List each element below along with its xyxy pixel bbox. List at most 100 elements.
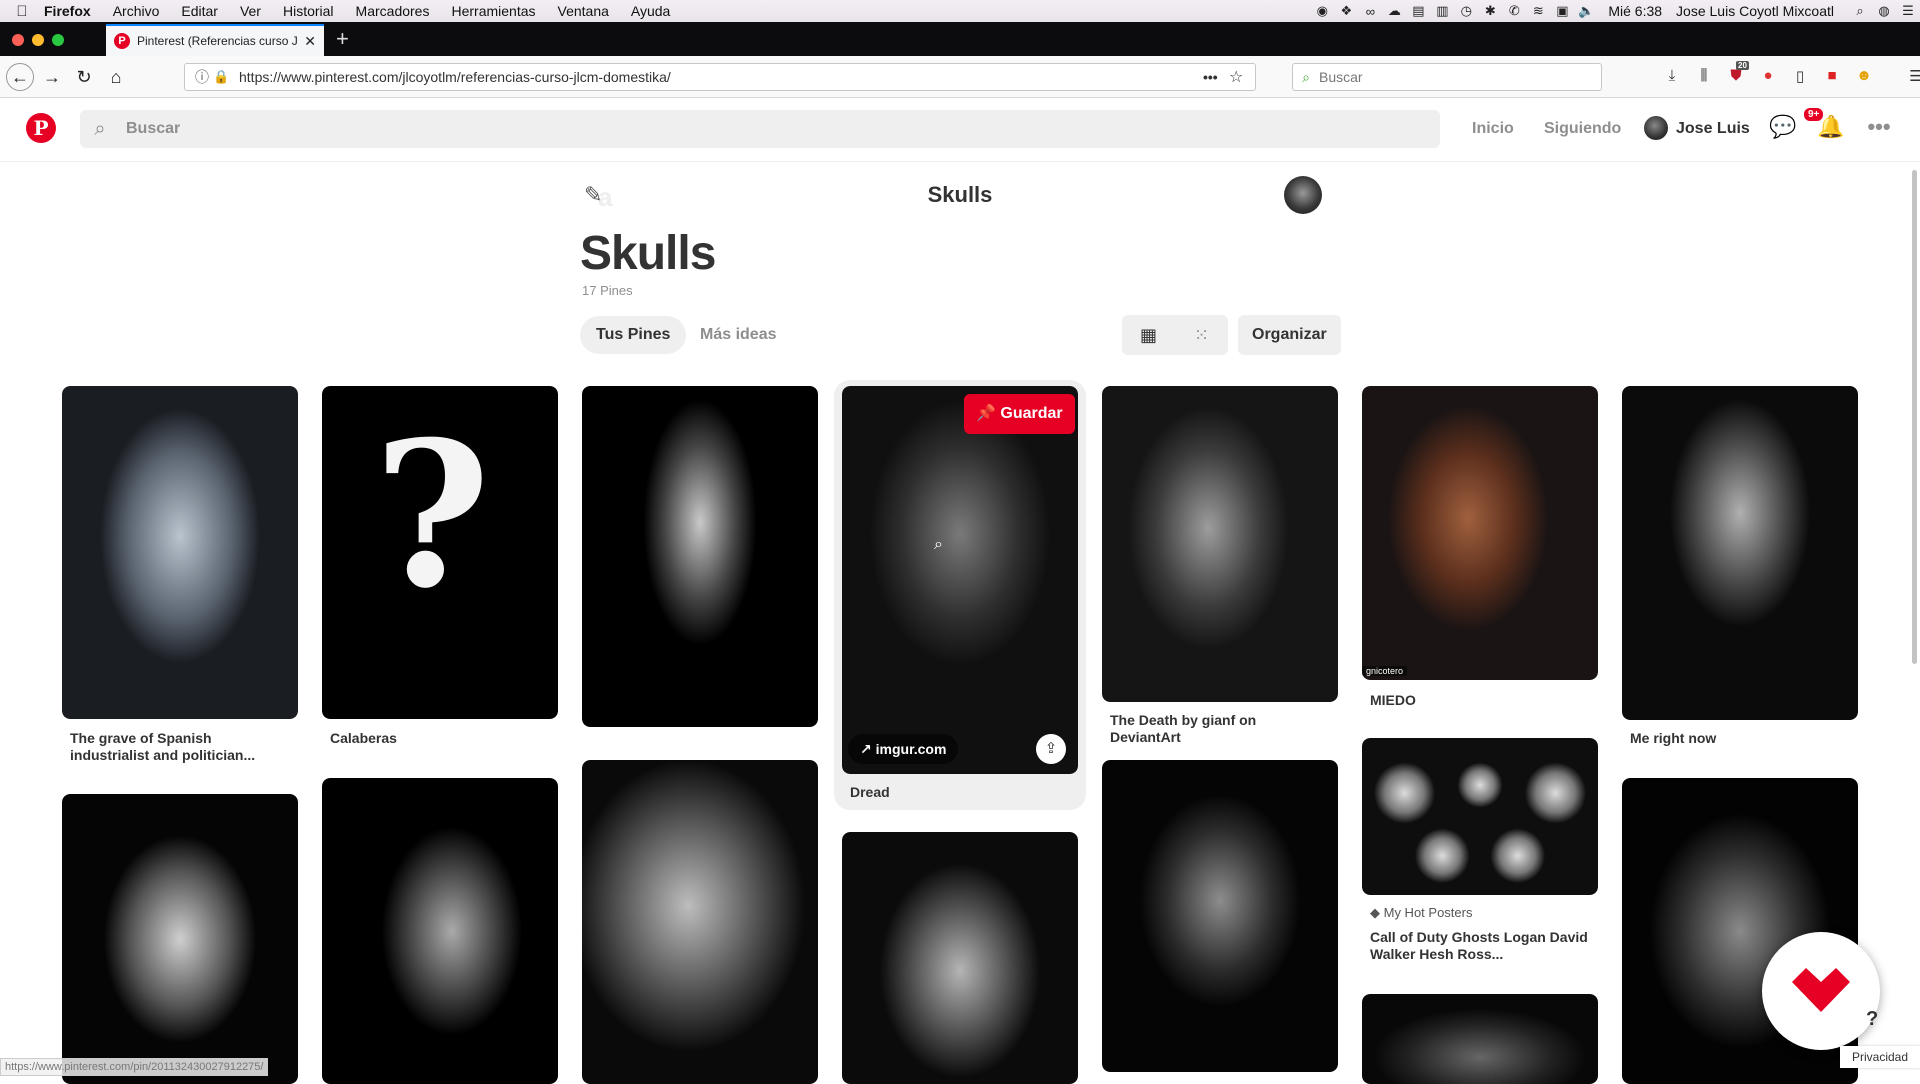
pin-me-right-now[interactable]: [1622, 386, 1858, 720]
search-engine-icon[interactable]: ⌕: [1293, 69, 1319, 86]
home-button[interactable]: ⌂: [104, 65, 128, 89]
library-icon[interactable]: ⫼: [1688, 67, 1720, 85]
volume-icon[interactable]: 🔈: [1574, 3, 1598, 19]
pin-hooded-old-skull[interactable]: [842, 832, 1078, 1084]
pin-caption[interactable]: The grave of Spanish industrialist and p…: [62, 730, 298, 764]
pin-skull-side[interactable]: [322, 778, 558, 1084]
pin-caption[interactable]: Dread: [842, 784, 1078, 801]
pin-caption[interactable]: Me right now: [1622, 730, 1858, 747]
wifi-icon[interactable]: ≋: [1526, 3, 1550, 19]
dropbox-icon[interactable]: ❖: [1334, 3, 1358, 19]
display-icon[interactable]: ▤: [1406, 3, 1430, 19]
emoji-extension-icon[interactable]: ☻: [1848, 67, 1880, 85]
creative-cloud-icon[interactable]: ∞: [1358, 4, 1382, 19]
pin-miedo-zombie[interactable]: [1362, 386, 1598, 680]
nav-siguiendo[interactable]: Siguiendo: [1544, 120, 1621, 138]
hamburger-menu-icon[interactable]: ☰: [1900, 67, 1920, 85]
site-info-icon[interactable]: ⓘ: [191, 67, 213, 87]
url-text[interactable]: https://www.pinterest.com/jlcoyotlm/refe…: [239, 69, 1203, 85]
nav-inicio[interactable]: Inicio: [1472, 120, 1514, 138]
apple-icon[interactable]: : [0, 3, 44, 20]
messages-icon[interactable]: 💬: [1768, 114, 1798, 140]
pin-image: [1362, 994, 1598, 1084]
page-actions-icon[interactable]: •••: [1203, 69, 1229, 85]
menu-marcadores[interactable]: Marcadores: [356, 3, 430, 19]
close-tab-icon[interactable]: ✕: [304, 33, 316, 50]
notification-center-icon[interactable]: ☰: [1896, 3, 1920, 19]
menubar-user[interactable]: Jose Luis Coyotl Mixcoatl: [1676, 3, 1834, 19]
share-pin-icon[interactable]: ⇪: [1036, 734, 1066, 764]
help-button[interactable]: ?: [1866, 1008, 1878, 1031]
spotlight-icon[interactable]: ⌕: [1848, 3, 1872, 19]
cloud-icon[interactable]: ☁: [1382, 3, 1406, 19]
ublock-icon[interactable]: ⛊ 20: [1720, 61, 1752, 85]
url-bar[interactable]: ⓘ 🔒 https://www.pinterest.com/jlcoyotlm/…: [184, 63, 1256, 91]
save-pin-button[interactable]: 📌 Guardar: [964, 394, 1075, 434]
bookmark-star-icon[interactable]: ☆: [1229, 67, 1255, 87]
close-window-button[interactable]: [12, 34, 24, 46]
pin-skull-front[interactable]: [62, 794, 298, 1084]
pin-the-death[interactable]: [1102, 386, 1338, 702]
record-icon[interactable]: ◉: [1310, 3, 1334, 19]
pdf-tool-icon[interactable]: ■: [1816, 67, 1848, 85]
phone-icon[interactable]: ✆: [1502, 3, 1526, 19]
reader-view-icon[interactable]: ▯: [1784, 67, 1816, 85]
pin-caption[interactable]: Calaberas: [322, 730, 558, 747]
pin-source-link[interactable]: ↗ imgur.com: [848, 734, 959, 764]
siri-icon[interactable]: ◍: [1872, 3, 1896, 19]
more-options-icon[interactable]: •••: [1864, 114, 1894, 140]
domestika-badge[interactable]: [1762, 932, 1880, 1050]
tab-mas-ideas[interactable]: Más ideas: [684, 316, 792, 354]
grid-compact-view-icon[interactable]: ⁙: [1175, 315, 1228, 355]
browser-tab-pinterest[interactable]: P Pinterest (Referencias curso JL ✕: [106, 24, 324, 56]
user-avatar[interactable]: [1644, 116, 1668, 140]
menu-app-firefox[interactable]: Firefox: [44, 3, 91, 19]
pin-skull-closeup[interactable]: [582, 760, 818, 1084]
menubar-clock[interactable]: Mié 6:38: [1608, 3, 1662, 19]
pin-question-skull[interactable]: ?: [322, 386, 558, 719]
tab-tus-pines[interactable]: Tus Pines: [580, 316, 687, 354]
battery-monitor-icon[interactable]: ▥: [1430, 3, 1454, 19]
pin-call-of-duty[interactable]: [1362, 738, 1598, 895]
browser-toolbar-icons: ⤓ ⫼ ⛊ 20 ● ▯ ■ ☻ ☰: [1656, 61, 1920, 85]
privacy-link[interactable]: Privacidad: [1840, 1046, 1920, 1068]
page-scrollbar[interactable]: [1912, 170, 1917, 664]
pinterest-search-input[interactable]: ⌕ Buscar: [80, 110, 1440, 148]
input-source-icon[interactable]: ▣: [1550, 3, 1574, 19]
gmail-icon[interactable]: ●: [1752, 67, 1784, 85]
lock-icon[interactable]: 🔒: [213, 69, 231, 85]
zoom-window-button[interactable]: [52, 34, 64, 46]
menu-ayuda[interactable]: Ayuda: [631, 3, 670, 19]
pin-skull-hand[interactable]: [582, 386, 818, 727]
pin-caption[interactable]: The Death by gianf on DeviantArt: [1102, 712, 1338, 746]
pin-source[interactable]: ◆ My Hot Posters: [1362, 905, 1480, 921]
reload-button[interactable]: ↻: [72, 65, 96, 89]
pin-caption[interactable]: Call of Duty Ghosts Logan David Walker H…: [1362, 929, 1598, 963]
menu-ventana[interactable]: Ventana: [558, 3, 609, 19]
visual-search-icon[interactable]: ⌕: [934, 536, 943, 554]
pinterest-logo-icon[interactable]: P: [26, 113, 56, 143]
bluetooth-icon[interactable]: ✱: [1478, 3, 1502, 19]
board-owner-avatar[interactable]: [1284, 176, 1322, 214]
back-button[interactable]: ←: [6, 63, 34, 91]
pin-grave-statue[interactable]: [62, 386, 298, 719]
downloads-icon[interactable]: ⤓: [1656, 67, 1688, 85]
status-bar-url: https://www.pinterest.com/pin/2011324300…: [0, 1058, 269, 1076]
grid-default-view-icon[interactable]: ▦: [1122, 315, 1175, 355]
forward-button[interactable]: →: [40, 65, 64, 89]
pin-caption[interactable]: MIEDO: [1362, 692, 1598, 709]
organizar-button[interactable]: Organizar: [1238, 315, 1341, 355]
menu-archivo[interactable]: Archivo: [113, 3, 160, 19]
time-machine-icon[interactable]: ◷: [1454, 3, 1478, 19]
pin-bottom-partial[interactable]: [1362, 994, 1598, 1084]
menu-editar[interactable]: Editar: [181, 3, 218, 19]
pin-cracked-skull[interactable]: [1102, 760, 1338, 1072]
minimize-window-button[interactable]: [32, 34, 44, 46]
new-tab-button[interactable]: +: [336, 26, 349, 52]
pin-dread[interactable]: [842, 386, 1078, 774]
browser-search-bar[interactable]: ⌕ Buscar: [1292, 63, 1602, 91]
menu-historial[interactable]: Historial: [283, 3, 334, 19]
menu-ver[interactable]: Ver: [240, 3, 261, 19]
menu-herramientas[interactable]: Herramientas: [451, 3, 535, 19]
profile-link[interactable]: Jose Luis: [1676, 120, 1750, 138]
